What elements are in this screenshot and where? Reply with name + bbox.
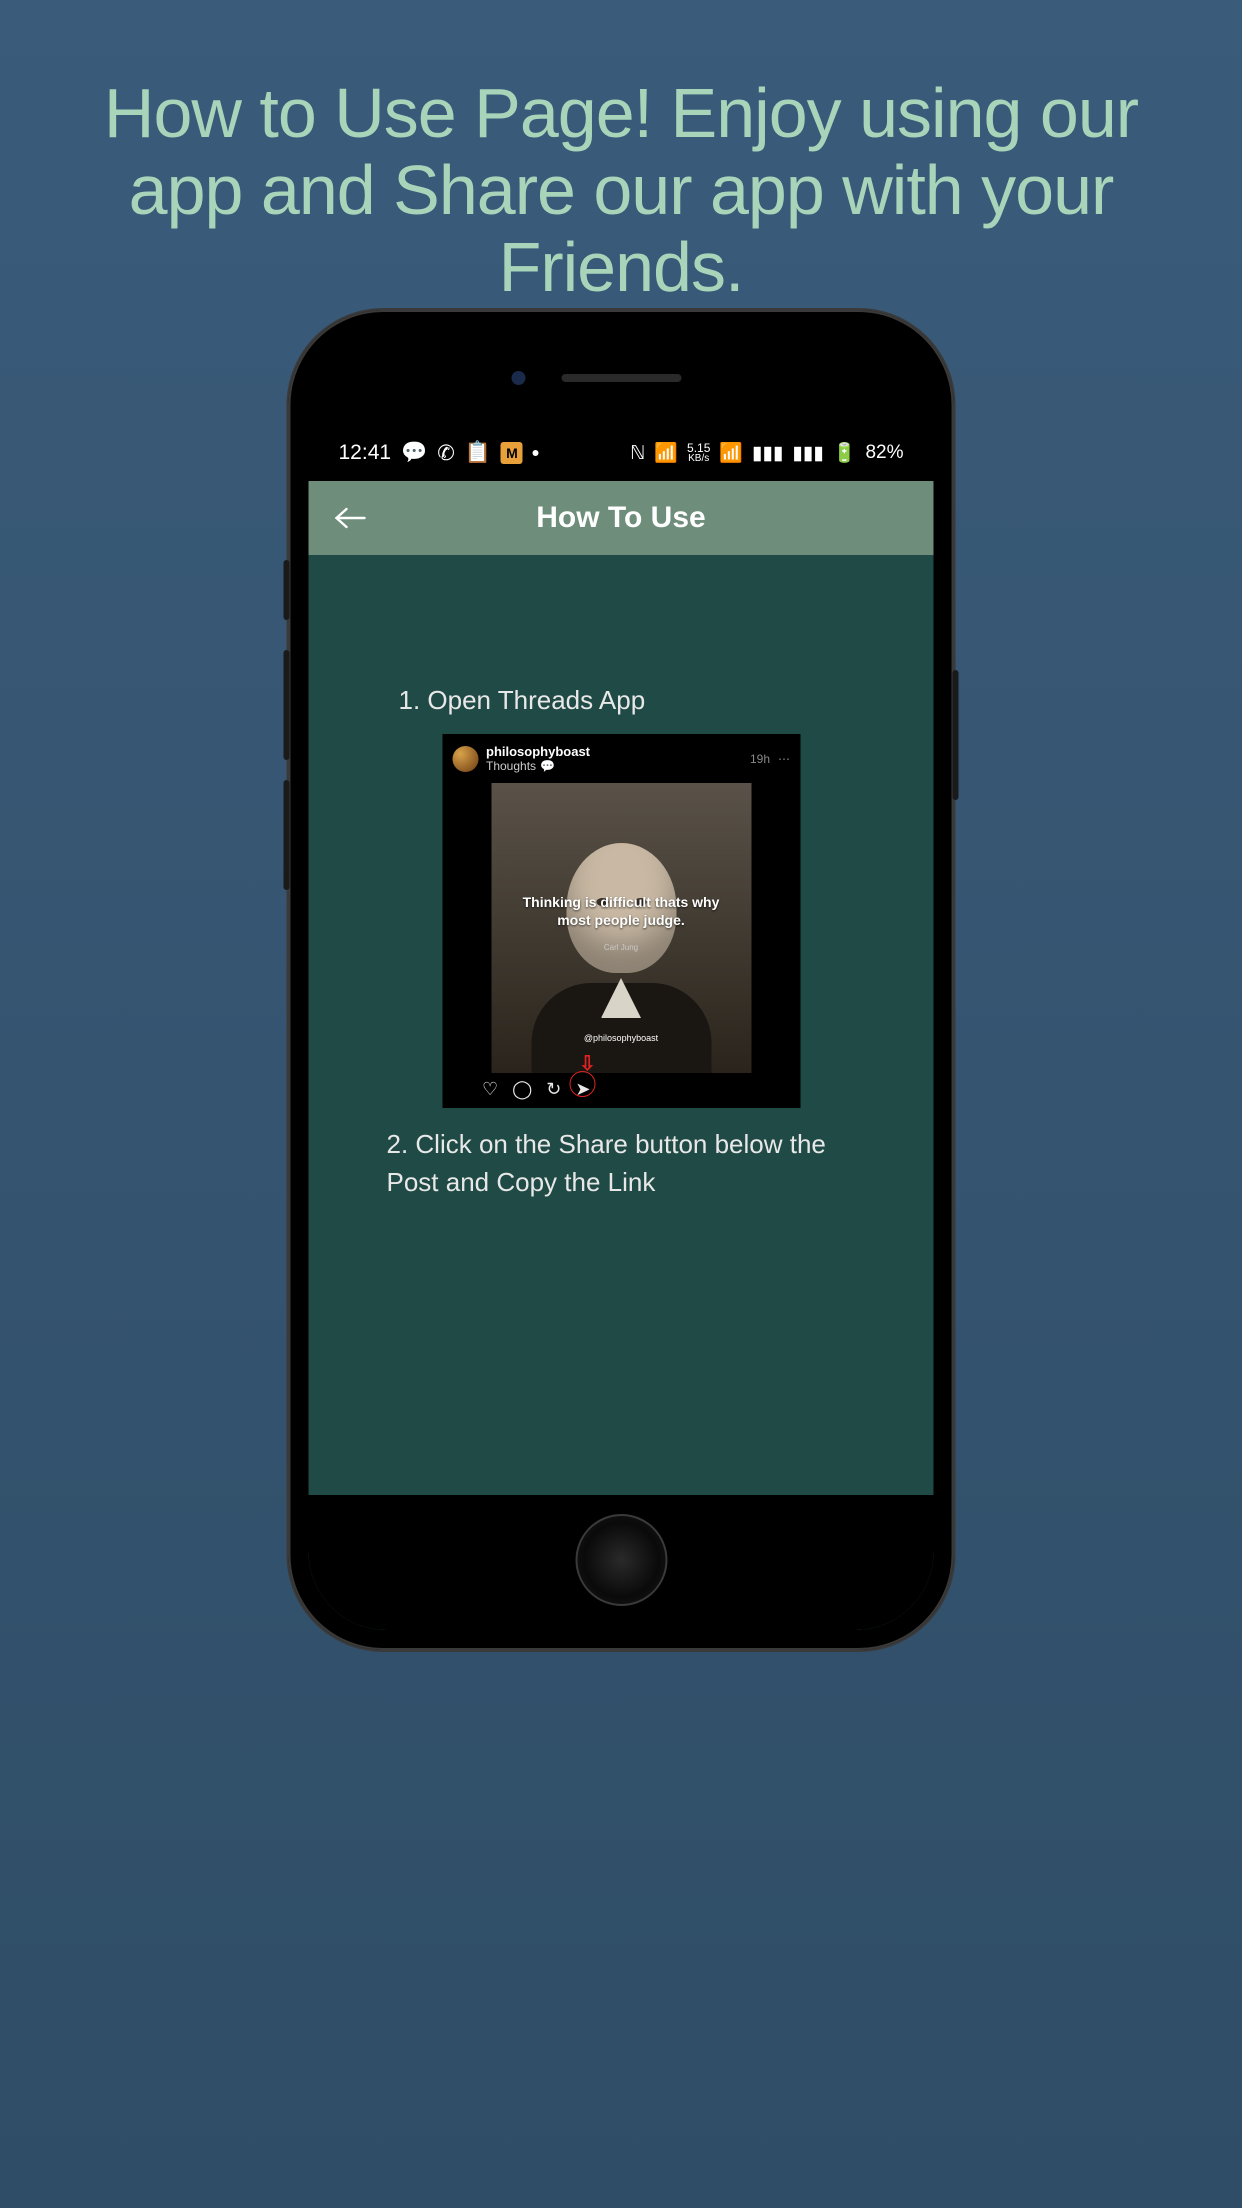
like-icon[interactable]: ♡ [482, 1079, 498, 1100]
more-icon[interactable]: ⋯ [778, 752, 790, 766]
phone-frame: 12:41 💬 ✆ 📋 M ℕ 📶 5.15 KB/s 📶 ▮▮▮ [289, 310, 954, 1650]
power-button [953, 670, 959, 800]
battery-icon: 🔋 [833, 441, 857, 465]
repost-icon[interactable]: ↻ [546, 1079, 561, 1100]
post-age: 19h [750, 752, 770, 766]
chat-icon: 💬 [401, 441, 427, 465]
status-bar: 12:41 💬 ✆ 📋 M ℕ 📶 5.15 KB/s 📶 ▮▮▮ [309, 425, 934, 481]
app-bar-title: How To Use [309, 501, 934, 535]
whatsapp-icon: ✆ [437, 441, 455, 466]
avatar [452, 746, 478, 772]
phone-chin [309, 1495, 934, 1630]
highlight-circle-icon [569, 1071, 595, 1097]
quote-text: Thinking is difficult thats why most peo… [491, 893, 751, 929]
hero-text: How to Use Page! Enjoy using our app and… [0, 0, 1242, 306]
threads-post-mock: philosophyboast Thoughts 💬 19h ⋯ [442, 734, 800, 1108]
phone-notch [309, 330, 934, 425]
nfc-icon: ℕ [630, 442, 645, 465]
phone-speaker [561, 374, 681, 382]
comment-icon[interactable]: ◯ [512, 1079, 532, 1100]
clock-text: 12:41 [339, 441, 392, 465]
clipboard-icon: 📋 [465, 441, 491, 465]
signal-icon-1: ▮▮▮ [752, 442, 783, 465]
volume-up-button [284, 650, 290, 760]
mute-switch [284, 560, 290, 620]
wifi-icon: 📶 [719, 441, 743, 465]
quote-author: Carl Jung [491, 943, 751, 952]
battery-percent: 82% [865, 442, 903, 464]
signal-icon-2: ▮▮▮ [792, 442, 823, 465]
volte-icon: 📶 [654, 441, 678, 465]
app-content: 1. Open Threads App philosophyboast Thou… [309, 555, 934, 1630]
home-button[interactable] [575, 1514, 667, 1606]
post-image: Thinking is difficult thats why most peo… [491, 783, 751, 1073]
step-1-title: 1. Open Threads App [399, 685, 844, 716]
more-notifications-dot [533, 450, 539, 456]
volume-down-button [284, 780, 290, 890]
front-camera [511, 371, 525, 385]
threads-username: philosophyboast [486, 744, 590, 759]
back-button[interactable] [335, 506, 369, 530]
app-bar: How To Use [309, 481, 934, 555]
app-badge-icon: M [501, 442, 523, 464]
quote-handle: @philosophyboast [491, 1033, 751, 1043]
chat-bubble-icon: 💬 [540, 759, 555, 773]
threads-subtitle: Thoughts [486, 759, 536, 773]
step-2-title: 2. Click on the Share button below the P… [387, 1126, 856, 1201]
net-speed-unit: KB/s [688, 454, 709, 463]
